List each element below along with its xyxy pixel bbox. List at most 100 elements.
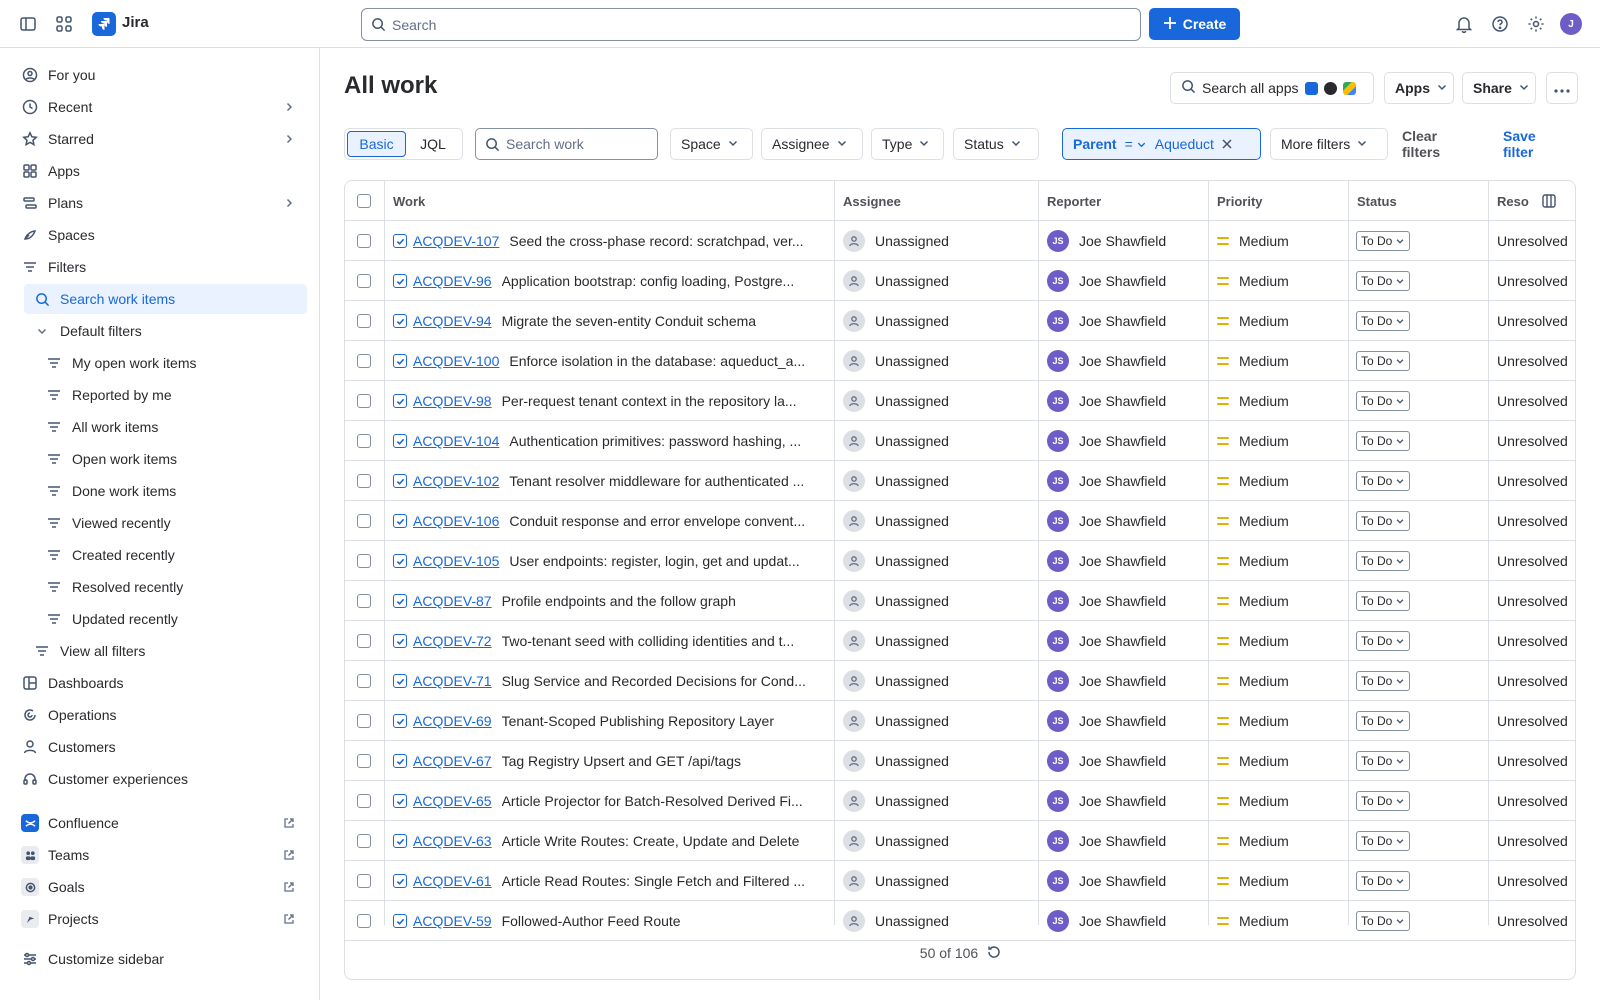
refresh-icon[interactable] [986,944,1002,963]
status-dropdown[interactable]: To Do [1356,831,1411,851]
status-dropdown[interactable]: To Do [1356,711,1411,731]
work-item-key-link[interactable]: ACQDEV-65 [413,793,492,809]
work-item-summary[interactable]: Authentication primitives: password hash… [509,433,801,449]
column-header-priority[interactable]: Priority [1209,181,1263,221]
reporter-cell[interactable]: JS Joe Shawfield [1047,301,1205,341]
chevron-right-icon[interactable] [283,100,295,116]
global-search-input[interactable]: Search [361,8,1141,41]
priority-cell[interactable]: Medium [1217,581,1345,621]
assignee-cell[interactable]: Unassigned [843,781,1033,821]
status-dropdown[interactable]: To Do [1356,391,1411,411]
priority-cell[interactable]: Medium [1217,381,1345,421]
priority-cell[interactable]: Medium [1217,261,1345,301]
status-dropdown[interactable]: To Do [1356,591,1411,611]
work-item-key-link[interactable]: ACQDEV-63 [413,833,492,849]
notifications-bell-icon[interactable] [1452,12,1476,36]
status-filter-button[interactable]: Status [953,128,1039,160]
priority-cell[interactable]: Medium [1217,661,1345,701]
row-checkbox[interactable] [357,354,371,368]
work-item-summary[interactable]: Article Write Routes: Create, Update and… [502,833,800,849]
status-dropdown[interactable]: To Do [1356,311,1411,331]
parent-filter-pill[interactable]: Parent = Aqueduct [1062,128,1261,160]
sidebar-filter-item[interactable]: Viewed recently [36,508,307,538]
share-button[interactable]: Share [1462,72,1536,104]
reporter-cell[interactable]: JS Joe Shawfield [1047,221,1205,261]
sidebar-item-recent[interactable]: Recent [12,92,307,122]
priority-cell[interactable]: Medium [1217,421,1345,461]
basic-mode-button[interactable]: Basic [347,131,406,157]
assignee-cell[interactable]: Unassigned [843,501,1033,541]
reporter-cell[interactable]: JS Joe Shawfield [1047,461,1205,501]
sidebar-item-apps[interactable]: Apps [12,156,307,186]
work-item-summary[interactable]: Seed the cross-phase record: scratchpad,… [509,233,803,249]
sidebar-filter-item[interactable]: Done work items [36,476,307,506]
assignee-cell[interactable]: Unassigned [843,581,1033,621]
work-item-key-link[interactable]: ACQDEV-87 [413,593,492,609]
status-dropdown[interactable]: To Do [1356,271,1411,291]
status-dropdown[interactable]: To Do [1356,551,1411,571]
status-dropdown[interactable]: To Do [1356,871,1411,891]
work-item-summary[interactable]: Two-tenant seed with colliding identitie… [502,633,795,649]
table-row[interactable]: ACQDEV-107 Seed the cross-phase record: s… [345,221,1575,261]
row-checkbox[interactable] [357,514,371,528]
sidebar-item-plans[interactable]: Plans [12,188,307,218]
row-checkbox[interactable] [357,394,371,408]
work-item-summary[interactable]: Slug Service and Recorded Decisions for … [502,673,806,689]
sidebar-toggle-icon[interactable] [16,12,40,36]
table-row[interactable]: ACQDEV-98 Per-request tenant context in t… [345,381,1575,421]
apps-button[interactable]: Apps [1384,72,1454,104]
work-item-summary[interactable]: Article Read Routes: Single Fetch and Fi… [502,873,805,889]
reporter-cell[interactable]: JS Joe Shawfield [1047,621,1205,661]
close-icon[interactable] [1222,136,1232,152]
assignee-cell[interactable]: Unassigned [843,821,1033,861]
work-item-key-link[interactable]: ACQDEV-100 [413,353,499,369]
work-item-key-link[interactable]: ACQDEV-107 [413,233,499,249]
more-filters-button[interactable]: More filters [1270,128,1388,160]
clear-filters-button[interactable]: Clear filters [1402,128,1440,160]
sidebar-filter-item[interactable]: Updated recently [36,604,307,634]
row-checkbox[interactable] [357,554,371,568]
chevron-right-icon[interactable] [283,132,295,148]
work-item-key-link[interactable]: ACQDEV-96 [413,273,492,289]
user-avatar[interactable]: J [1560,13,1582,35]
row-checkbox[interactable] [357,874,371,888]
table-row[interactable]: ACQDEV-100 Enforce isolation in the datab… [345,341,1575,381]
help-icon[interactable] [1488,12,1512,36]
sidebar-filter-item[interactable]: All work items [36,412,307,442]
work-item-key-link[interactable]: ACQDEV-102 [413,473,499,489]
assignee-cell[interactable]: Unassigned [843,341,1033,381]
table-row[interactable]: ACQDEV-69 Tenant-Scoped Publishing Reposi… [345,701,1575,741]
reporter-cell[interactable]: JS Joe Shawfield [1047,421,1205,461]
assignee-cell[interactable]: Unassigned [843,741,1033,781]
priority-cell[interactable]: Medium [1217,741,1345,781]
table-row[interactable]: ACQDEV-71 Slug Service and Recorded Decis… [345,661,1575,701]
table-row[interactable]: ACQDEV-96 Application bootstrap: config l… [345,261,1575,301]
space-filter-button[interactable]: Space [670,128,753,160]
status-dropdown[interactable]: To Do [1356,351,1411,371]
sidebar-item-spaces[interactable]: Spaces [12,220,307,250]
table-row[interactable]: ACQDEV-72 Two-tenant seed with colliding … [345,621,1575,661]
row-checkbox[interactable] [357,634,371,648]
assignee-filter-button[interactable]: Assignee [761,128,863,160]
assignee-cell[interactable]: Unassigned [843,621,1033,661]
assignee-cell[interactable]: Unassigned [843,381,1033,421]
work-item-key-link[interactable]: ACQDEV-94 [413,313,492,329]
reporter-cell[interactable]: JS Joe Shawfield [1047,741,1205,781]
assignee-cell[interactable]: Unassigned [843,261,1033,301]
table-row[interactable]: ACQDEV-87 Profile endpoints and the follo… [345,581,1575,621]
column-header-work[interactable]: Work [385,181,425,221]
sidebar-item-for-you[interactable]: For you [12,60,307,90]
parent-filter-operator[interactable]: = [1125,136,1147,152]
row-checkbox[interactable] [357,714,371,728]
assignee-cell[interactable]: Unassigned [843,301,1033,341]
more-actions-button[interactable] [1546,72,1578,104]
table-row[interactable]: ACQDEV-104 Authentication primitives: pas… [345,421,1575,461]
sidebar-filter-item[interactable]: Created recently [36,540,307,570]
table-row[interactable]: ACQDEV-105 User endpoints: register, logi… [345,541,1575,581]
sidebar-app-projects[interactable]: Projects [12,904,307,934]
column-header-reporter[interactable]: Reporter [1039,181,1101,221]
assignee-cell[interactable]: Unassigned [843,541,1033,581]
sidebar-item-customers[interactable]: Customers [12,732,307,762]
sidebar-customize[interactable]: Customize sidebar [12,944,307,974]
work-item-summary[interactable]: Enforce isolation in the database: aqued… [509,353,805,369]
